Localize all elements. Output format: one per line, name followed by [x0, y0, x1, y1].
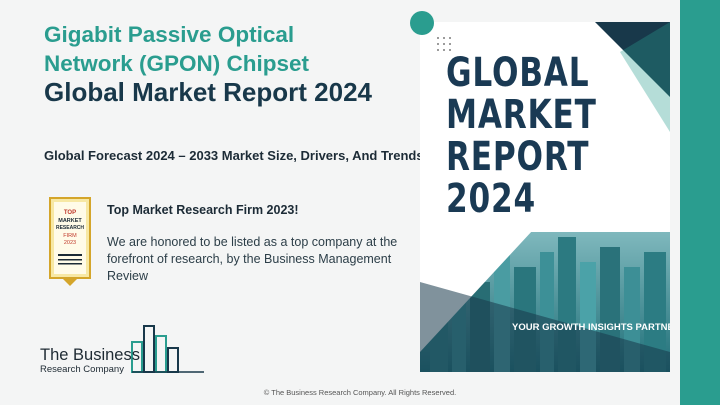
report-cover: GLOBAL MARKET REPORT 2024 YOUR GROWTH IN… — [420, 22, 670, 372]
logo-name: The Business — [40, 346, 140, 364]
badge-line-3: RESEARCH — [56, 225, 84, 231]
badge-line-2: MARKET — [58, 218, 82, 224]
cover-title-line-3: REPORT — [446, 134, 590, 180]
report-title-topic: Gigabit Passive Optical Network (GPON) C… — [44, 22, 310, 76]
cover-title-line-4: 2024 — [446, 176, 536, 222]
cover-tagline: YOUR GROWTH INSIGHTS PARTNER — [512, 322, 670, 333]
logo-subname: Research Company — [40, 364, 124, 375]
report-subtitle: Global Forecast 2024 – 2033 Market Size,… — [44, 148, 424, 163]
cover-title: GLOBAL MARKET REPORT 2024 — [446, 52, 597, 220]
badge-line-4: FIRM — [63, 233, 77, 239]
cover-title-line-1: GLOBAL — [446, 50, 590, 96]
cover-title-line-2: MARKET — [446, 92, 597, 138]
award-badge-icon: TOP MARKET RESEARCH FIRM 2023 — [49, 197, 91, 286]
report-title-main: Global Market Report 2024 — [44, 77, 372, 107]
badge-line-5: 2023 — [64, 240, 76, 246]
company-logo: The Business Research Company — [36, 322, 206, 378]
award-description: We are honored to be listed as a top com… — [107, 235, 398, 283]
badge-line-1: TOP — [64, 210, 76, 216]
award-heading: Top Market Research Firm 2023! — [107, 203, 299, 217]
copyright-footer: © The Business Research Company. All Rig… — [263, 388, 457, 397]
accent-dot-icon — [410, 11, 434, 35]
right-accent-bar — [680, 0, 720, 405]
